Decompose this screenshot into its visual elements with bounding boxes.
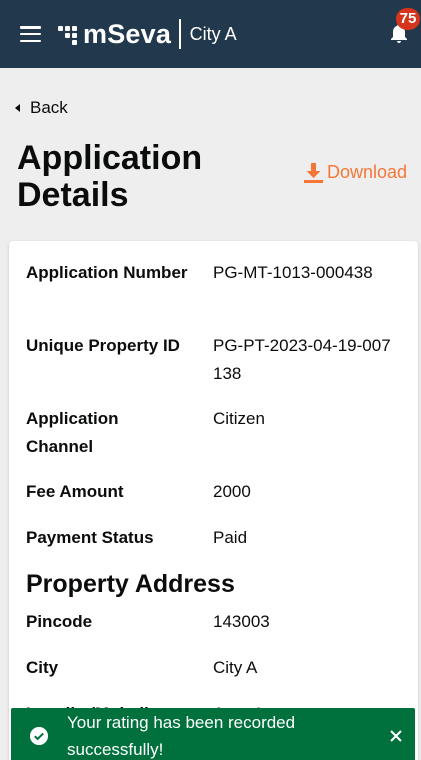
check-circle-icon [30,727,48,745]
download-icon [304,162,323,183]
brand-logo: mSeva City A [58,19,237,49]
detail-label: Application Number [26,263,188,282]
detail-value: 143003 [213,612,270,631]
detail-label: Unique Property ID [26,336,180,355]
detail-value: Paid [213,528,248,547]
page-title: Application Details [17,139,203,214]
detail-value: Citizen [213,409,265,428]
top-bar: mSeva City A 75 [0,0,421,68]
section-title-property-address: Property Address [26,570,235,598]
detail-label: Application Channel [26,409,119,456]
close-icon[interactable] [389,729,403,743]
hamburger-menu-icon[interactable] [20,26,41,42]
caret-left-icon [15,104,20,112]
download-label: Download [327,162,408,182]
toast-message: Your rating has been recorded successful… [67,713,296,759]
detail-label: City [26,658,59,677]
city-name: City A [189,24,237,44]
detail-label: Fee Amount [26,482,124,501]
detail-row-application-channel: Application Channel Citizen [26,405,406,461]
detail-value: City A [213,658,258,677]
detail-row-application-number: Application Number PG-MT-1013-000438 [26,259,406,315]
detail-row-fee-amount: Fee Amount 2000 [26,478,406,506]
detail-row-pincode: Pincode 143003 [26,608,406,636]
success-toast: Your rating has been recorded successful… [11,708,415,760]
detail-value: PG-PT-2023-04-19-007138 [213,336,391,383]
mseva-logo-icon [58,23,80,45]
detail-row-unique-property-id: Unique Property ID PG-PT-2023-04-19-0071… [26,332,406,388]
detail-row-city: City City A [26,654,406,682]
detail-label: Payment Status [26,528,154,547]
back-label: Back [30,98,68,117]
detail-label: Pincode [26,612,93,631]
detail-row-payment-status: Payment Status Paid [26,524,406,552]
brand-name: mSeva [83,19,172,49]
brand-divider [179,19,181,49]
notification-badge: 75 [396,8,420,30]
back-link[interactable]: Back [15,98,68,118]
detail-value: 2000 [213,482,251,501]
detail-value: PG-MT-1013-000438 [213,263,373,282]
download-button[interactable]: Download [304,162,407,183]
